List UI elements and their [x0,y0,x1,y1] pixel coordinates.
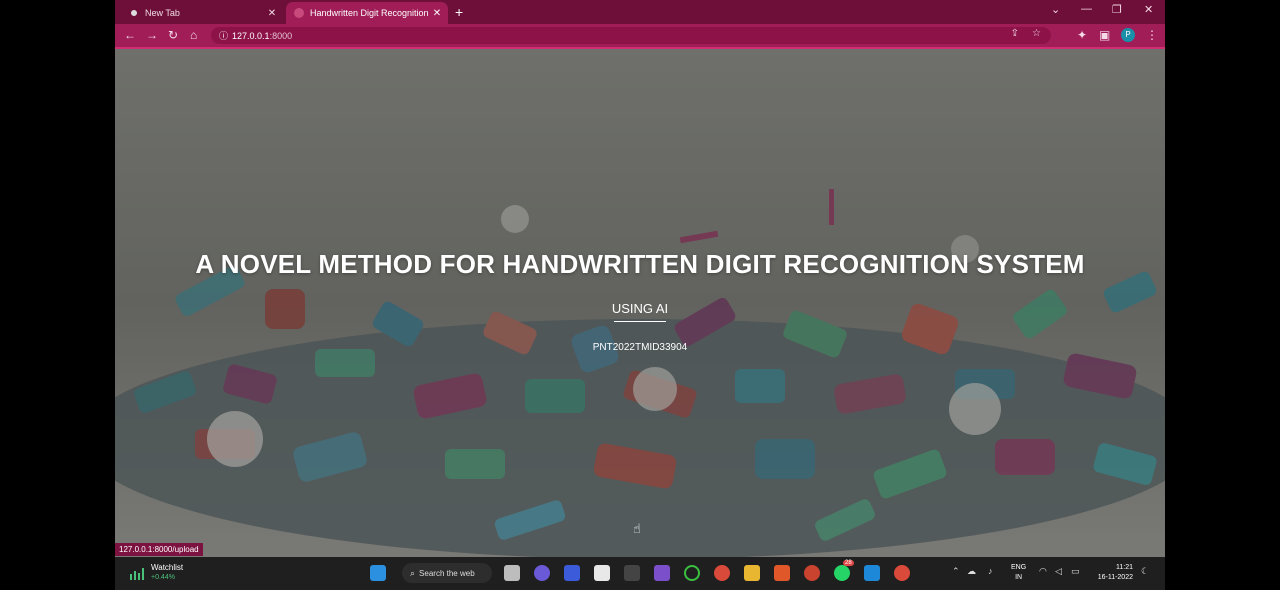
brave-icon[interactable] [774,565,790,581]
file-explorer-icon[interactable] [744,565,760,581]
tab-strip: New Tab ✕ Handwritten Digit Recognition … [115,0,1165,24]
language-indicator[interactable]: ENG IN [1011,563,1026,583]
hero-subtitle[interactable]: USING AI [115,301,1165,316]
tab-new-tab[interactable]: New Tab ✕ [121,2,283,24]
address-bar[interactable]: ⓘ 127.0.0.1:8000 ⇪ ☆ [211,27,1051,44]
page-favicon-icon [294,8,304,18]
battery-icon[interactable]: ▭ [1071,566,1080,577]
watchlist-chart-icon[interactable] [129,566,145,580]
clock[interactable]: 11:21 16-11-2022 [1093,563,1133,583]
tab-handwritten-digit-recognition[interactable]: Handwritten Digit Recognition ✕ [286,2,448,24]
watchlist-change: +0.44% [151,574,175,581]
share-icon[interactable]: ⇪ [1011,28,1019,39]
browser-toolbar: ← → ↻ ⌂ ⓘ 127.0.0.1:8000 ⇪ ☆ ✦ ▣ P ⋮ [115,24,1165,47]
menu-icon[interactable]: ⋮ [1146,28,1158,42]
teams-chat-icon[interactable] [534,565,550,581]
clock-time: 11:21 [1116,564,1133,571]
home-icon[interactable]: ⌂ [190,28,197,42]
whatsapp-icon[interactable]: 28 [834,560,854,581]
team-id: PNT2022TMID33904 [592,342,688,353]
subtitle-underline [614,321,666,322]
extensions-icon[interactable]: ✦ [1077,28,1087,42]
powerpoint-icon[interactable] [804,565,820,581]
windows-taskbar: Watchlist +0.44% ⌕ Search the web 28 ⌃ ☁… [115,557,1165,590]
status-bar-url: 127.0.0.1:8000/upload [115,543,203,556]
search-label: Search the web [419,568,475,578]
clock-date: 16-11-2022 [1097,574,1133,581]
page-hero: A NOVEL METHOD FOR HANDWRITTEN DIGIT REC… [115,49,1165,557]
minimize-icon[interactable]: — [1081,3,1092,15]
close-window-icon[interactable]: ✕ [1144,3,1153,16]
search-box[interactable]: ⌕ Search the web [402,563,492,583]
box-app-icon[interactable] [624,565,640,581]
show-hidden-icons-icon[interactable]: ⌃ [952,566,960,577]
sync-app-icon[interactable] [684,565,700,581]
reload-icon[interactable]: ↻ [168,28,178,42]
site-info-icon[interactable]: ⓘ [219,29,228,42]
editor-app-icon[interactable] [564,565,580,581]
lang-code: ENG [1011,564,1027,571]
windows-start-icon[interactable] [370,565,386,581]
watchlist-label[interactable]: Watchlist [151,563,183,572]
wifi-icon[interactable]: ◠ [1039,566,1047,577]
side-panel-icon[interactable]: ▣ [1099,28,1110,42]
chrome-icon[interactable] [714,565,730,581]
visual-studio-icon[interactable] [654,565,670,581]
new-tab-button[interactable]: + [455,4,463,20]
lang-region: IN [1015,574,1023,581]
profile-avatar[interactable]: P [1121,28,1135,42]
chrome-active-icon[interactable] [894,565,910,581]
notifications-icon[interactable]: ☾ [1141,566,1149,577]
restore-icon[interactable]: ❐ [1112,3,1122,16]
microphone-icon[interactable]: ♪ [988,566,993,576]
browser-window: New Tab ✕ Handwritten Digit Recognition … [115,0,1165,557]
back-icon[interactable]: ← [124,28,136,42]
chrome-favicon-icon [129,8,139,18]
url-text: 127.0.0.1:8000 [232,30,293,41]
close-tab-icon[interactable]: ✕ [430,8,444,19]
close-tab-icon[interactable]: ✕ [265,8,279,19]
hand-cursor-icon: ☝ [633,521,641,536]
volume-muted-icon[interactable]: ◁ [1055,566,1062,577]
whatsapp-badge: 28 [843,560,854,566]
tab-title: New Tab [145,8,180,18]
search-icon: ⌕ [410,567,416,578]
vscode-icon[interactable] [864,565,880,581]
task-view-icon[interactable] [504,565,520,581]
tab-title: Handwritten Digit Recognition [310,8,429,18]
tab-search-icon[interactable]: ⌄ [1051,3,1060,16]
onedrive-icon[interactable]: ☁ [967,566,976,577]
store-icon[interactable] [594,565,610,581]
forward-icon[interactable]: → [146,28,158,42]
hero-title: A NOVEL METHOD FOR HANDWRITTEN DIGIT REC… [195,249,1085,279]
bookmark-star-icon[interactable]: ☆ [1032,28,1041,39]
